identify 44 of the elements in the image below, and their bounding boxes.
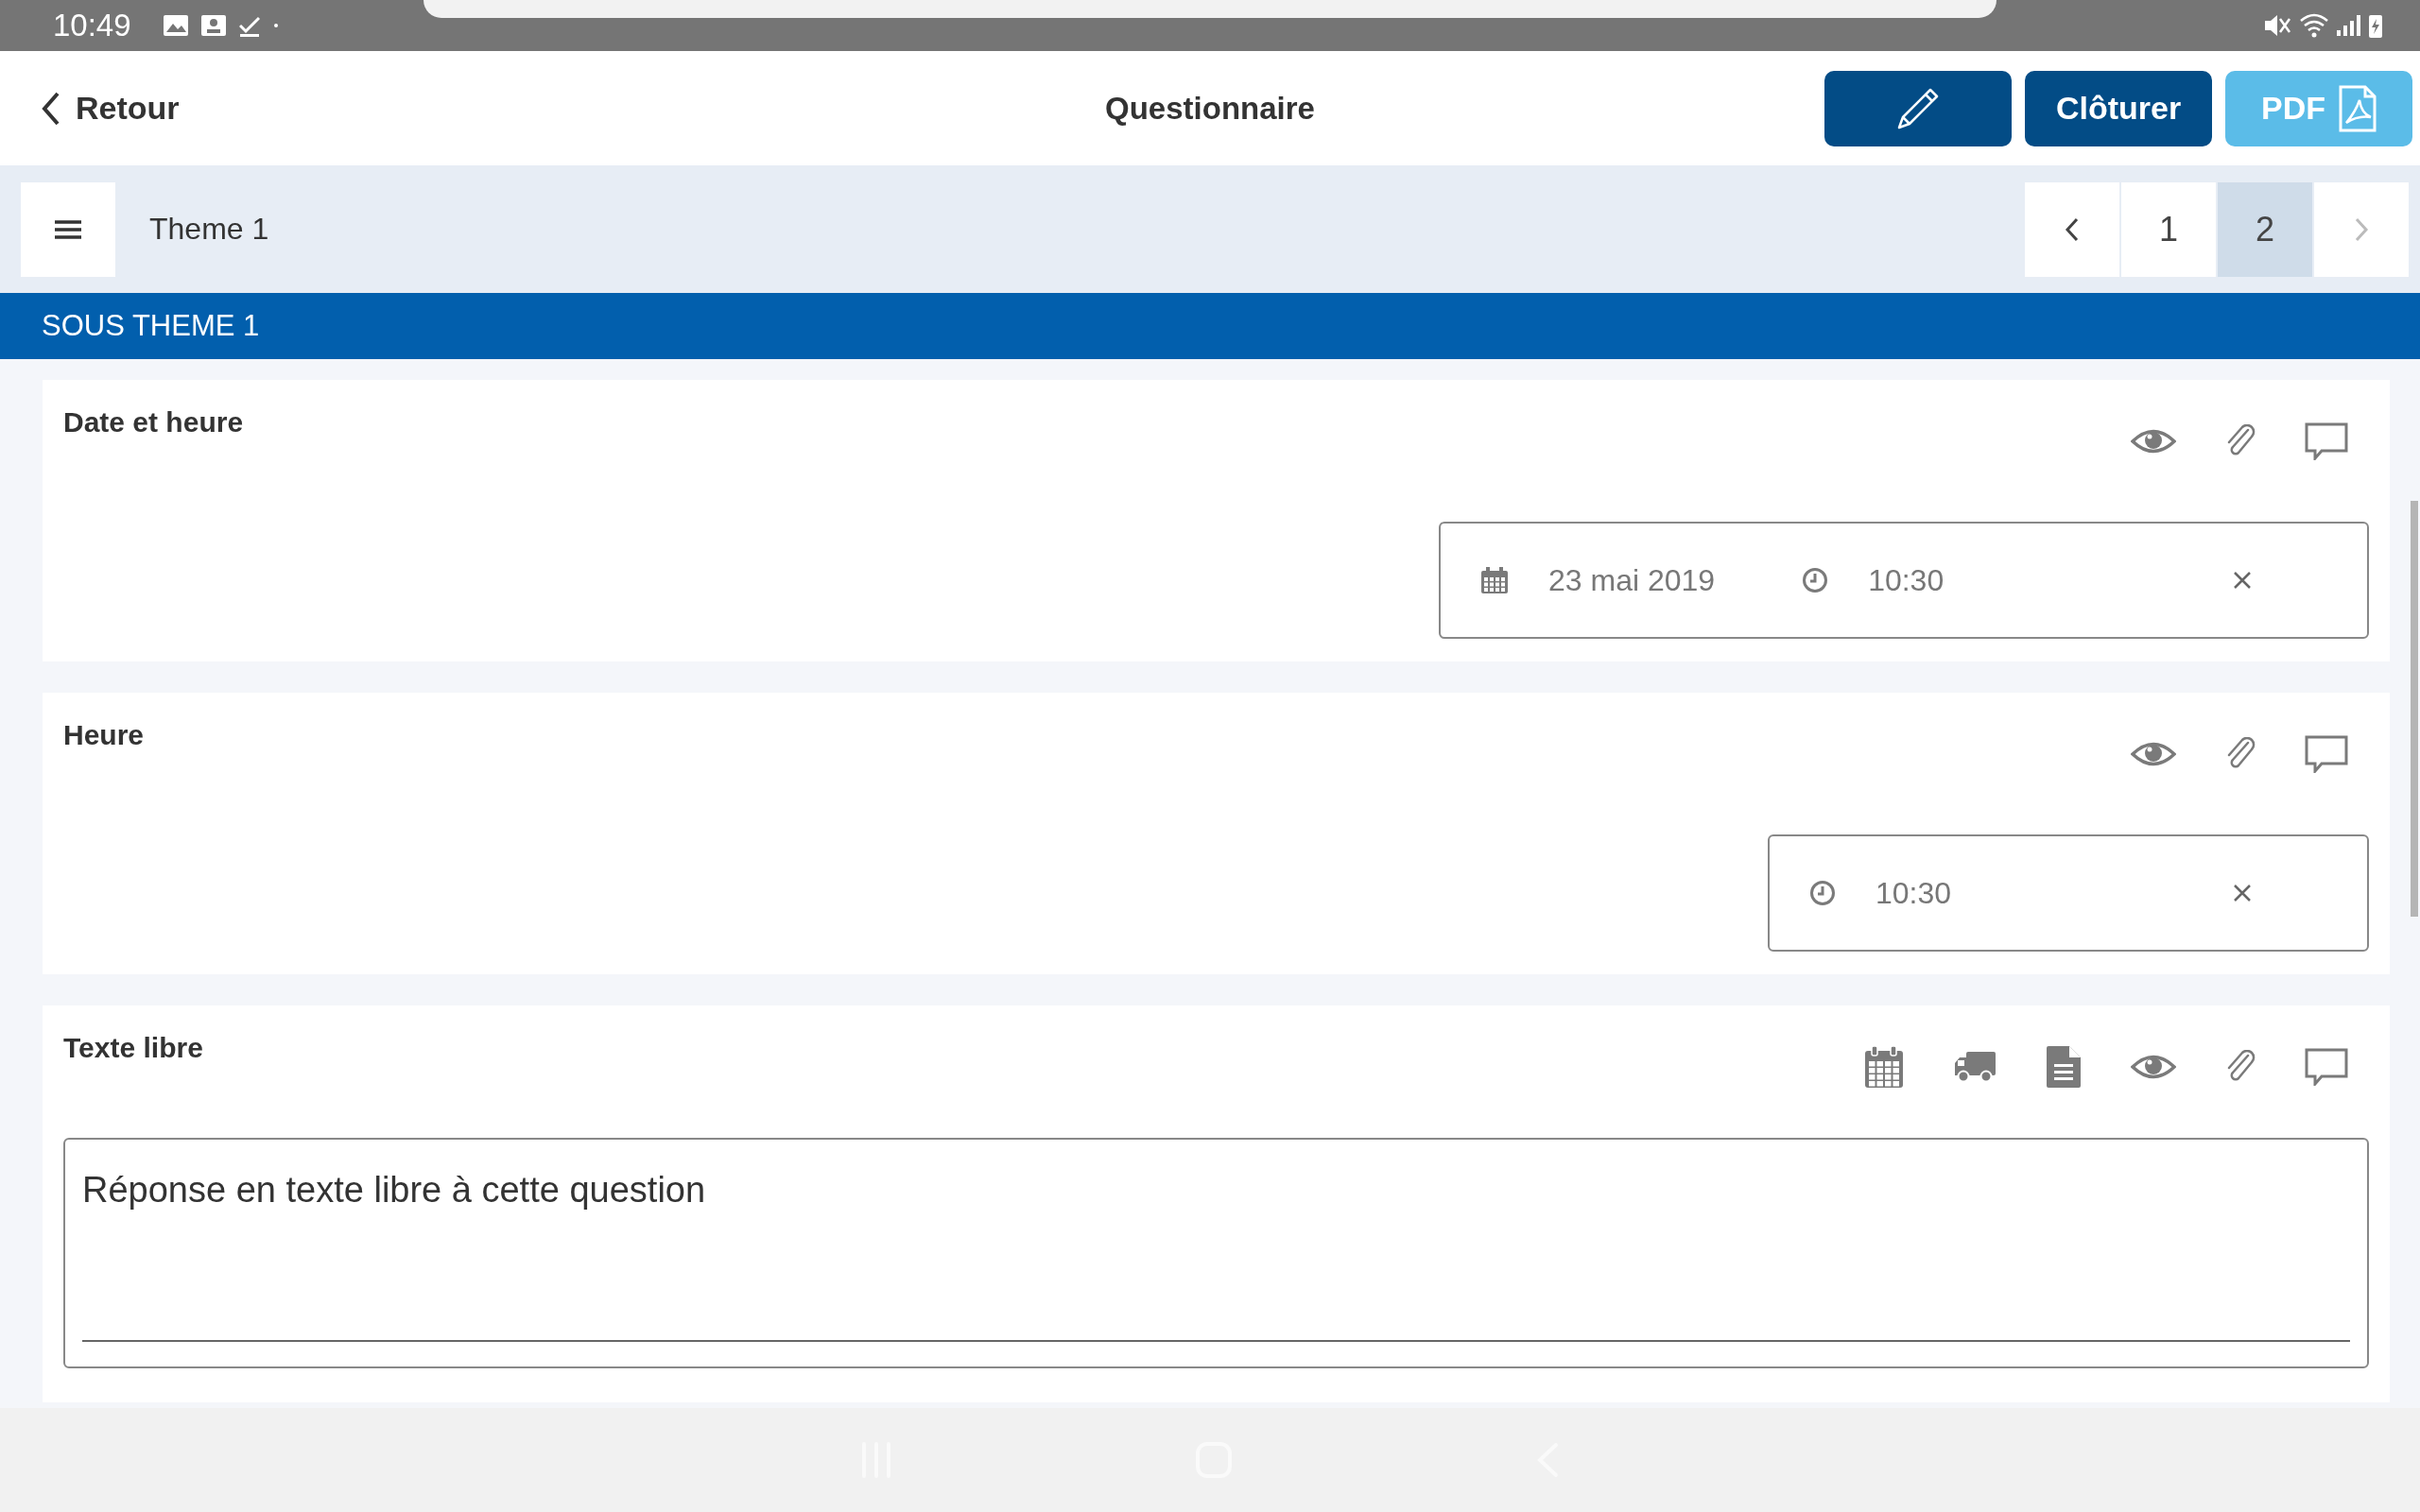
page-button[interactable]: 2: [2218, 181, 2312, 277]
page-title: Questionnaire: [1105, 90, 1315, 127]
pencil-icon: [1896, 86, 1940, 130]
eye-icon[interactable]: [2131, 427, 2176, 455]
time-value: 10:30: [1876, 875, 1952, 911]
date-time-field[interactable]: 23 mai 2019 10:30: [1439, 522, 2369, 639]
time-field[interactable]: 10:30: [1768, 834, 2369, 952]
calendar-icon[interactable]: [1864, 1045, 1904, 1089]
clear-icon[interactable]: [2233, 884, 2252, 902]
chevron-left-icon: [42, 91, 60, 126]
comment-icon[interactable]: [2305, 1048, 2348, 1086]
wifi-icon: [2299, 11, 2329, 40]
close-questionnaire-button[interactable]: Clôturer: [2025, 70, 2212, 146]
comment-icon[interactable]: [2305, 422, 2348, 460]
clock-icon: [1802, 567, 1829, 593]
menu-button[interactable]: [21, 181, 115, 277]
calendar-icon: [1480, 566, 1509, 594]
truck-icon[interactable]: [1953, 1050, 1996, 1084]
dot-icon: [272, 23, 279, 28]
contact-card-icon: [200, 12, 226, 39]
question-title: Date et heure: [63, 406, 244, 438]
question-title: Texte libre: [63, 1032, 203, 1064]
section-title: SOUS THEME 1: [42, 309, 260, 343]
clock-icon: [1809, 880, 1836, 906]
back-button[interactable]: Retour: [42, 90, 180, 127]
question-title: Heure: [63, 719, 145, 751]
eye-icon[interactable]: [2131, 740, 2176, 768]
page-button[interactable]: 1: [2121, 181, 2216, 277]
time-value: 10:30: [1868, 562, 1945, 598]
edit-button[interactable]: [1824, 70, 2012, 146]
eye-icon[interactable]: [2131, 1053, 2176, 1081]
document-icon[interactable]: [2046, 1045, 2082, 1089]
answer-text: Réponse en texte libre à cette question: [82, 1170, 706, 1210]
theme-title: Theme 1: [149, 212, 269, 247]
status-time: 10:49: [53, 8, 131, 43]
pdf-file-icon: [2339, 84, 2377, 132]
image-icon: [163, 12, 188, 39]
chevron-right-icon: [2354, 216, 2369, 242]
chevron-left-icon: [2065, 216, 2080, 242]
answer-box[interactable]: Réponse en texte libre à cette question: [63, 1138, 2369, 1368]
comment-icon[interactable]: [2305, 735, 2348, 773]
menu-icon: [55, 218, 81, 240]
date-value: 23 mai 2019: [1548, 562, 1716, 598]
clear-icon[interactable]: [2233, 571, 2252, 590]
